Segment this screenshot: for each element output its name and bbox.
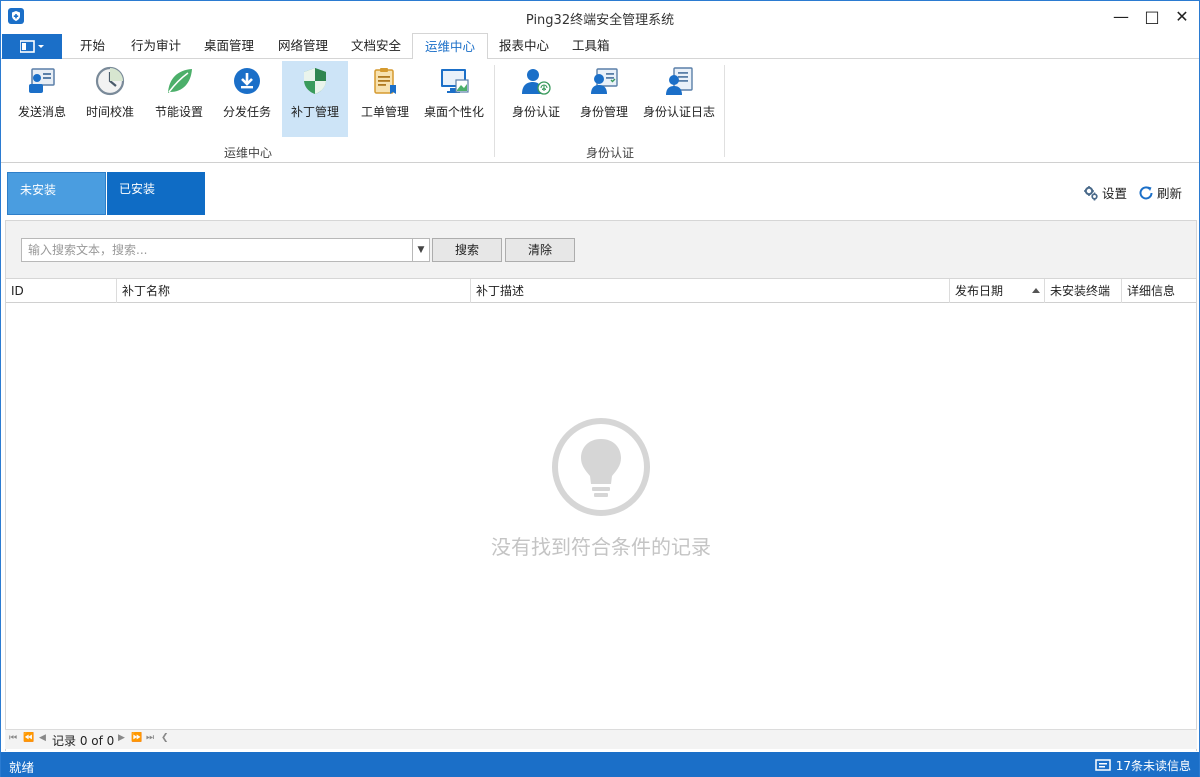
user-log-icon — [663, 65, 695, 97]
app-window: Ping32终端安全管理系统 — □ ✕ 开始 行为审计 桌面管理 网络管理 文… — [0, 0, 1200, 777]
next-page-group-icon[interactable]: ⏩ — [131, 733, 142, 743]
column-header-id[interactable]: ID — [6, 279, 117, 303]
column-header-patch-name[interactable]: 补丁名称 — [117, 279, 471, 303]
title-bar: Ping32终端安全管理系统 — □ ✕ — [1, 1, 1199, 33]
first-page-icon[interactable]: ⏮ — [9, 733, 17, 743]
tab-network-management[interactable]: 网络管理 — [278, 33, 328, 59]
search-dropdown-chevron-down-icon[interactable]: ▼ — [412, 238, 430, 262]
shield-icon — [299, 65, 331, 97]
lightbulb-icon — [551, 417, 651, 520]
refresh-button[interactable]: 刷新 — [1138, 183, 1182, 202]
message-icon — [1094, 759, 1116, 773]
column-header-uninstalled-terminals[interactable]: 未安装终端 — [1045, 279, 1122, 303]
ribbon-group-label-ops: 运维中心 — [224, 146, 273, 160]
search-input[interactable]: 输入搜索文本，搜索... — [21, 238, 413, 262]
leaf-icon — [163, 65, 195, 97]
download-icon — [231, 65, 263, 97]
patch-grid: ID 补丁名称 补丁描述 发布日期 未安装终端 详细信息 没有找到符合条件的记录 — [5, 279, 1197, 751]
distribute-task-button[interactable]: 分发任务 — [213, 61, 281, 137]
tab-document-security[interactable]: 文档安全 — [351, 33, 401, 59]
prev-page-icon[interactable]: ◀ — [39, 733, 46, 743]
clock-icon — [94, 65, 126, 97]
identity-auth-log-button[interactable]: 身份认证日志 — [639, 61, 719, 137]
ribbon-tab-bar: 开始 行为审计 桌面管理 网络管理 文档安全 运维中心 报表中心 工具箱 — [1, 33, 1199, 60]
column-header-details[interactable]: 详细信息 — [1122, 279, 1196, 303]
tab-ops-center[interactable]: 运维中心 — [412, 33, 489, 60]
tab-installed[interactable]: 已安装 — [107, 172, 205, 215]
refresh-icon — [1138, 186, 1157, 201]
clipboard-icon — [369, 65, 401, 97]
tab-report-center[interactable]: 报表中心 — [499, 33, 549, 59]
column-header-release-date[interactable]: 发布日期 — [950, 279, 1045, 303]
ribbon-button-label: 节能设置 — [154, 105, 203, 119]
tab-start[interactable]: 开始 — [80, 33, 105, 59]
column-header-release-date-label: 发布日期 — [955, 284, 1004, 298]
status-bar: 就绪 17条未读信息 — [1, 752, 1199, 777]
pager: ⏮ ⏪ ◀ 记录 0 of 0 ▶ ⏩ ⏭ ❮ — [5, 729, 1197, 749]
app-menu-button[interactable] — [2, 34, 62, 59]
ribbon-button-label: 补丁管理 — [290, 105, 339, 119]
id-card-icon — [588, 65, 620, 97]
clear-button[interactable]: 清除 — [505, 238, 575, 262]
tab-desktop-management[interactable]: 桌面管理 — [204, 33, 254, 59]
next-page-icon[interactable]: ▶ — [118, 733, 125, 743]
close-icon[interactable]: ✕ — [1167, 4, 1197, 30]
ribbon-button-label: 身份管理 — [579, 105, 628, 119]
tab-not-installed[interactable]: 未安装 — [7, 172, 106, 215]
search-button[interactable]: 搜索 — [432, 238, 502, 262]
empty-message: 没有找到符合条件的记录 — [491, 535, 711, 559]
energy-saving-button[interactable]: 节能设置 — [145, 61, 213, 137]
time-calibration-button[interactable]: 时间校准 — [77, 61, 143, 137]
ribbon-button-label: 发送消息 — [17, 105, 66, 119]
send-message-button[interactable]: 发送消息 — [9, 61, 75, 137]
last-page-icon[interactable]: ⏭ — [146, 733, 154, 743]
maximize-icon[interactable]: □ — [1137, 4, 1167, 30]
window-title: Ping32终端安全管理系统 — [525, 13, 675, 28]
column-header-patch-description[interactable]: 补丁描述 — [471, 279, 950, 303]
ribbon-group-separator — [494, 65, 495, 157]
fingerprint-user-icon — [520, 65, 552, 97]
ribbon-button-label: 身份认证 — [511, 105, 560, 119]
unread-messages-label: 17条未读信息 — [1115, 759, 1191, 773]
identity-auth-button[interactable]: 身份认证 — [503, 61, 569, 137]
tab-behavior-audit[interactable]: 行为审计 — [131, 33, 181, 59]
prev-page-group-icon[interactable]: ⏪ — [23, 733, 34, 743]
ribbon-button-label: 桌面个性化 — [423, 105, 484, 119]
ribbon-panel: 发送消息 时间校准 节能设置 分发任务 补丁管理 工单管理 桌面个性化 身份认证… — [1, 59, 1199, 163]
gear-icon — [1083, 186, 1102, 201]
desktop-personalize-button[interactable]: 桌面个性化 — [420, 61, 488, 137]
work-order-button[interactable]: 工单管理 — [351, 61, 419, 137]
sort-ascending-icon — [1032, 288, 1040, 293]
status-text: 就绪 — [9, 760, 35, 775]
ribbon-group-separator — [724, 65, 725, 157]
minimize-icon[interactable]: — — [1106, 4, 1136, 30]
ribbon-button-label: 时间校准 — [85, 105, 134, 119]
scroll-left-icon[interactable]: ❮ — [161, 733, 169, 743]
ribbon-button-label: 分发任务 — [222, 105, 271, 119]
grid-header: ID 补丁名称 补丁描述 发布日期 未安装终端 详细信息 — [6, 279, 1196, 303]
refresh-label: 刷新 — [1157, 186, 1183, 201]
ribbon-group-label-identity: 身份认证 — [586, 146, 635, 160]
monitor-icon — [438, 65, 470, 97]
unread-messages[interactable]: 17条未读信息 — [1094, 757, 1191, 774]
identity-management-button[interactable]: 身份管理 — [571, 61, 637, 137]
record-count: 记录 0 of 0 — [52, 734, 115, 748]
patch-management-button[interactable]: 补丁管理 — [282, 61, 348, 137]
settings-label: 设置 — [1102, 186, 1128, 201]
tab-toolbox[interactable]: 工具箱 — [572, 33, 610, 59]
ribbon-button-label: 工单管理 — [360, 105, 409, 119]
send-message-icon — [26, 65, 58, 97]
ribbon-button-label: 身份认证日志 — [642, 105, 715, 119]
settings-button[interactable]: 设置 — [1083, 183, 1127, 202]
patch-subtab-area: 未安装 已安装 设置 刷新 — [1, 163, 1199, 219]
search-panel: 输入搜索文本，搜索... ▼ 搜索 清除 — [5, 220, 1197, 279]
